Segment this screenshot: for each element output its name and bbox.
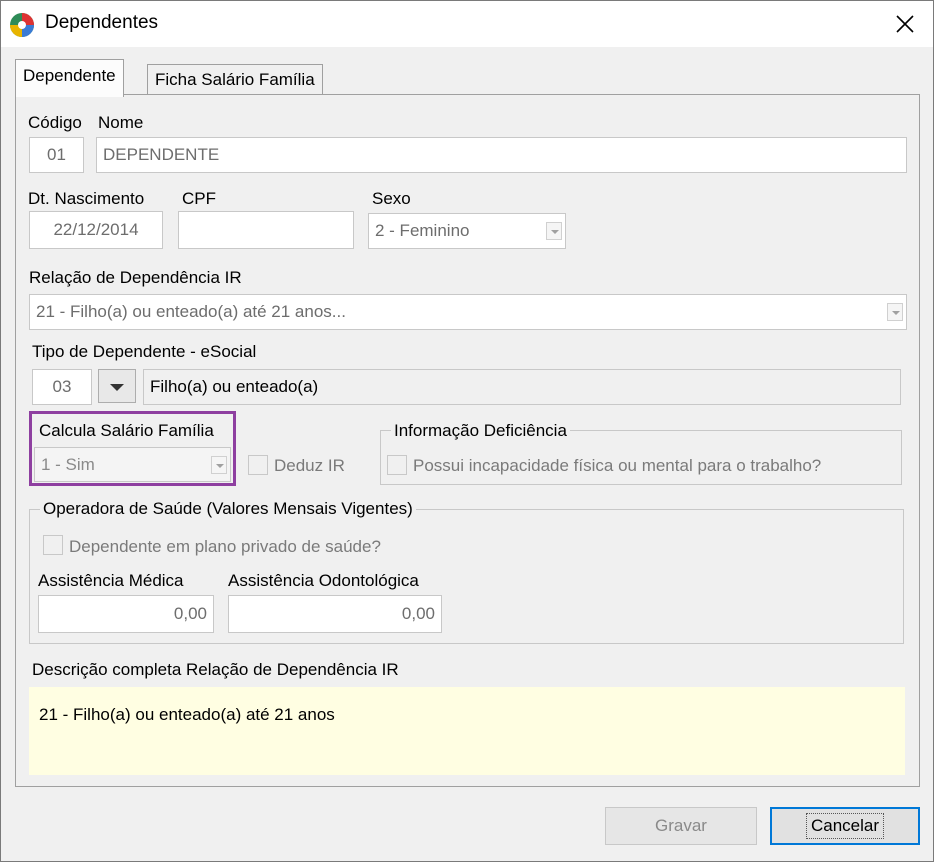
assist-odonto-field[interactable]: 0,00 (228, 595, 442, 633)
dialog-window: Dependentes Dependente Ficha Salário Fam… (0, 0, 934, 862)
chevron-down-icon[interactable] (211, 455, 227, 474)
nome-label: Nome (98, 113, 144, 132)
assist-medica-field[interactable]: 0,00 (38, 595, 214, 633)
relacao-ir-value: 21 - Filho(a) ou enteado(a) até 21 anos.… (36, 302, 346, 321)
calcula-salario-label: Calcula Salário Família (39, 421, 214, 440)
assist-odonto-label: Assistência Odontológica (228, 571, 419, 590)
dt-nascimento-field[interactable]: 22/12/2014 (29, 211, 163, 249)
tipo-esocial-label: Tipo de Dependente - eSocial (32, 342, 257, 361)
cancelar-label: Cancelar (805, 813, 885, 839)
relacao-ir-label: Relação de Dependência IR (29, 268, 242, 287)
deduz-ir-checkbox[interactable] (248, 455, 268, 475)
chevron-down-icon[interactable] (887, 303, 903, 321)
tipo-descricao-field: Filho(a) ou enteado(a) (143, 369, 901, 405)
chevron-down-icon[interactable] (546, 222, 562, 240)
codigo-label: Código (28, 113, 82, 132)
deduz-ir-label: Deduz IR (274, 456, 345, 475)
calcula-salario-select[interactable]: 1 - Sim (34, 447, 231, 482)
dt-nascimento-label: Dt. Nascimento (28, 189, 145, 208)
descricao-box: 21 - Filho(a) ou enteado(a) até 21 anos (29, 687, 905, 775)
calcula-salario-value: 1 - Sim (41, 454, 95, 474)
tab-ficha-salario-familia[interactable]: Ficha Salário Família (147, 64, 323, 95)
cpf-label: CPF (182, 189, 216, 208)
descricao-text: 21 - Filho(a) ou enteado(a) até 21 anos (39, 705, 335, 724)
info-deficiencia-title: Informação Deficiência (391, 421, 570, 441)
close-button[interactable] (879, 5, 931, 43)
relacao-ir-select[interactable]: 21 - Filho(a) ou enteado(a) até 21 anos.… (29, 294, 907, 330)
tipo-codigo-field[interactable]: 03 (32, 369, 92, 405)
tipo-lookup-button[interactable] (98, 369, 136, 403)
descricao-label: Descrição completa Relação de Dependênci… (32, 660, 399, 679)
sexo-select[interactable]: 2 - Feminino (368, 213, 566, 249)
tab-dependente[interactable]: Dependente (15, 59, 124, 97)
plano-privado-checkbox[interactable] (43, 535, 63, 555)
app-logo-icon (10, 13, 34, 37)
gravar-button[interactable]: Gravar (605, 807, 757, 845)
sexo-value: 2 - Feminino (375, 221, 470, 240)
window-title: Dependentes (45, 12, 159, 33)
title-bar: Dependentes (1, 1, 933, 47)
plano-privado-label: Dependente em plano privado de saúde? (69, 537, 381, 556)
operadora-saude-title: Operadora de Saúde (Valores Mensais Vige… (40, 499, 416, 519)
close-icon (896, 15, 914, 33)
cpf-field[interactable] (178, 211, 354, 249)
incapacidade-label: Possui incapacidade física ou mental par… (413, 456, 822, 475)
cancelar-button[interactable]: Cancelar (770, 807, 920, 845)
nome-field[interactable]: DEPENDENTE (96, 137, 907, 173)
incapacidade-checkbox[interactable] (387, 455, 407, 475)
sexo-label: Sexo (372, 189, 411, 208)
assist-medica-label: Assistência Médica (38, 571, 184, 590)
codigo-field[interactable]: 01 (29, 137, 84, 173)
